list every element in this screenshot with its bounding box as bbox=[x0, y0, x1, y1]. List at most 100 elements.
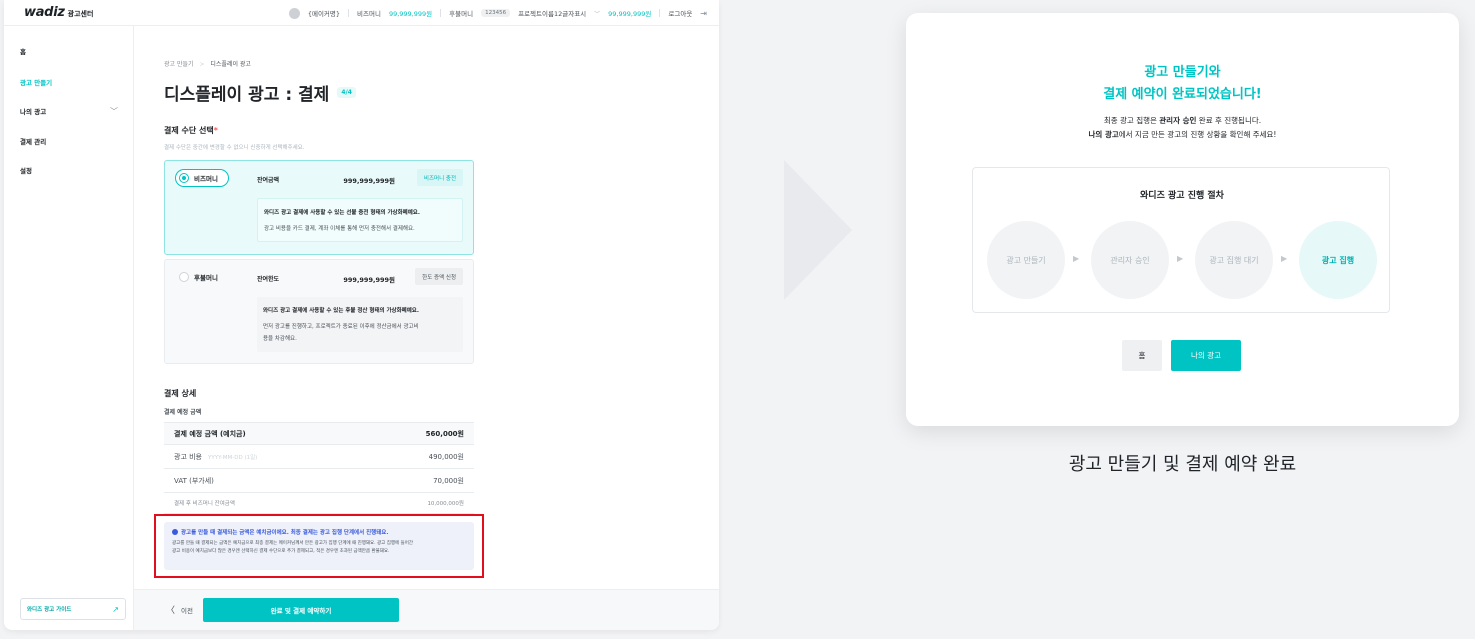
payment-option-post-money[interactable]: 후불머니 잔여한도 999,999,999원 한도 증액 신청 와디즈 광고 결… bbox=[164, 259, 474, 364]
submit-reserve-button[interactable]: 완료 및 결제 예약하기 bbox=[203, 598, 399, 622]
page-title: 디스플레이 광고 : 결제 4/4 bbox=[164, 80, 356, 105]
row-value: 10,000,000원 bbox=[427, 501, 464, 507]
row-label: 결제 예정 금액 (예치금) bbox=[174, 429, 246, 438]
main-content: 광고 만들기 > 디스플레이 광고 디스플레이 광고 : 결제 4/4 결제 수… bbox=[134, 26, 719, 630]
footer-bar: 〈 이전 완료 및 결제 예약하기 bbox=[134, 589, 719, 630]
row-label: VAT (부가세) bbox=[174, 476, 214, 485]
my-ads-button[interactable]: 나의 광고 bbox=[1171, 340, 1241, 371]
external-link-icon: ↗ bbox=[112, 604, 119, 614]
radio-unselected-icon bbox=[179, 272, 189, 282]
step-badge: 4/4 bbox=[337, 87, 356, 98]
project-name[interactable]: 프로젝트이름12글자표시 bbox=[518, 8, 586, 18]
wadiz-logo[interactable]: wadiz 광고센터 bbox=[24, 5, 93, 20]
biz-money-label: 비즈머니 bbox=[357, 10, 381, 18]
breadcrumb: 광고 만들기 > 디스플레이 광고 bbox=[164, 59, 251, 68]
process-step-current: 광고 집행 bbox=[1299, 221, 1377, 299]
page-title-text: 디스플레이 광고 : 결제 bbox=[164, 85, 330, 105]
ad-process-panel: 와디즈 광고 진행 절차 광고 만들기 ▶ 관리자 승인 ▶ 광고 집행 대기 … bbox=[972, 167, 1390, 313]
row-value: 70,000원 bbox=[433, 476, 464, 485]
triangle-right-icon: ▶ bbox=[1177, 254, 1184, 263]
radio-selected-icon bbox=[179, 173, 189, 183]
prev-button[interactable]: 〈 이전 bbox=[166, 603, 193, 616]
payment-method-help: 결제 수단은 중간에 변경할 수 없으니 신중하게 선택해주세요. bbox=[164, 145, 305, 151]
row-label: 광고 비용 YYYY-MM-DD (1일) bbox=[174, 452, 257, 462]
process-step: 광고 집행 대기 bbox=[1195, 221, 1273, 299]
chevron-left-icon: 〈 bbox=[166, 606, 176, 616]
radio-post-money[interactable]: 후불머니 bbox=[179, 272, 218, 282]
payment-method-title: 결제 수단 선택* bbox=[164, 125, 218, 136]
info-icon bbox=[172, 529, 178, 535]
table-row: 광고 비용 YYYY-MM-DD (1일) 490,000원 bbox=[164, 444, 474, 468]
logout-link[interactable]: 로그아웃 bbox=[668, 8, 692, 18]
modal-desc-line1: 최종 광고 집행은 관리자 승인 완료 후 진행됩니다. bbox=[906, 115, 1459, 126]
radio-biz-money[interactable]: 비즈머니 bbox=[179, 173, 218, 183]
charge-biz-money-button[interactable]: 비즈머니 충전 bbox=[416, 169, 463, 186]
divider bbox=[348, 9, 350, 17]
option-info: 와디즈 광고 결제에 사용할 수 있는 선불 충전 형태의 가상화폐예요. 광고… bbox=[257, 198, 463, 242]
table-row: VAT (부가세) 70,000원 bbox=[164, 468, 474, 492]
sidebar-item-my-ads[interactable]: 나의 광고 ﹀ bbox=[20, 106, 128, 116]
row-value: 490,000원 bbox=[428, 452, 464, 461]
process-step: 관리자 승인 bbox=[1091, 221, 1169, 299]
row-label-text: 광고 비용 bbox=[174, 452, 202, 461]
project-id-badge: 123456 bbox=[481, 9, 511, 17]
ad-guide-link[interactable]: 와디즈 광고 가이드 ↗ bbox=[20, 598, 126, 620]
breadcrumb-current: 디스플레이 광고 bbox=[210, 61, 251, 68]
ad-guide-label: 와디즈 광고 가이드 bbox=[27, 607, 72, 613]
chevron-down-icon[interactable]: ﹀ bbox=[594, 9, 600, 18]
option-info: 와디즈 광고 결제에 사용할 수 있는 후불 정산 형태의 가상화폐예요. 먼저… bbox=[257, 297, 463, 352]
table-row: 결제 예정 금액 (예치금) 560,000원 bbox=[164, 422, 474, 444]
process-title: 와디즈 광고 진행 절차 bbox=[1140, 191, 1224, 201]
modal-desc-line2: 나의 광고에서 지금 만든 광고의 진행 상황을 확인해 주세요! bbox=[906, 129, 1459, 140]
desc-bold: 관리자 승인 bbox=[1159, 116, 1197, 125]
payment-detail-table: 결제 예정 금액 (예치금) 560,000원 광고 비용 YYYY-MM-DD … bbox=[164, 422, 474, 514]
maker-name[interactable]: {메이커명} bbox=[308, 8, 340, 18]
notice-line: 광고 비용이 예치금보다 많은 경우엔 선택하신 결제 수단으로 추가 결제되고… bbox=[172, 549, 390, 554]
increase-limit-button[interactable]: 한도 증액 신청 bbox=[415, 268, 463, 285]
modal-title-line1: 광고 만들기와 bbox=[1144, 65, 1221, 80]
top-bar-right: {메이커명} 비즈머니 99,999,999원 후불머니 123456 프로젝트… bbox=[288, 0, 707, 26]
balance-amount: 999,999,999원 bbox=[343, 177, 395, 185]
sidebar-item-settings[interactable]: 설정 bbox=[20, 165, 32, 175]
sidebar-item-home[interactable]: 홈 bbox=[20, 46, 26, 56]
notice-headline-text: 광고를 만들 때 결제되는 금액은 예치금이에요. 최종 결제는 광고 집행 단… bbox=[181, 530, 389, 536]
desc-bold: 나의 광고 bbox=[1088, 130, 1119, 139]
triangle-right-icon: ▶ bbox=[1073, 254, 1080, 263]
highlight-box: 광고를 만들 때 결제되는 금액은 예치금이에요. 최종 결제는 광고 집행 단… bbox=[154, 514, 484, 578]
home-button[interactable]: 홈 bbox=[1122, 340, 1162, 371]
project-money-value: 99,999,999원 bbox=[608, 10, 652, 18]
payment-detail-subtitle: 결제 예정 금액 bbox=[164, 409, 202, 416]
info-line: 용을 차감해요. bbox=[263, 336, 297, 342]
info-line: 광고 비용을 카드 결제, 계좌 이체를 통해 먼저 충전해서 결제해요. bbox=[264, 226, 415, 232]
breadcrumb-item[interactable]: 광고 만들기 bbox=[164, 61, 194, 68]
required-mark: * bbox=[213, 126, 218, 135]
sidebar: 홈 광고 만들기 나의 광고 ﹀ 결제 관리 설정 와디즈 광고 가이드 ↗ bbox=[4, 26, 134, 630]
desc-text: 최종 광고 집행은 bbox=[1103, 116, 1160, 125]
completion-modal: 광고 만들기와 결제 예약이 완료되었습니다! 최종 광고 집행은 관리자 승인… bbox=[906, 13, 1459, 426]
balance-amount: 999,999,999원 bbox=[343, 276, 395, 284]
prev-label: 이전 bbox=[181, 607, 193, 615]
sidebar-item-label: 나의 광고 bbox=[20, 108, 47, 116]
notice-line: 광고를 만들 때 결제되는 금액은 예치금으로 최종 결제는 메이커님께서 만든… bbox=[172, 541, 414, 546]
flow-arrow-icon bbox=[784, 160, 852, 300]
payment-option-biz-money[interactable]: 비즈머니 잔여금액 999,999,999원 비즈머니 충전 와디즈 광고 결제… bbox=[164, 160, 474, 255]
sidebar-item-create-ad[interactable]: 광고 만들기 bbox=[20, 77, 52, 87]
notice-headline: 광고를 만들 때 결제되는 금액은 예치금이에요. 최종 결제는 광고 집행 단… bbox=[172, 528, 466, 536]
date-placeholder: YYYY-MM-DD (1일) bbox=[208, 454, 258, 461]
avatar[interactable] bbox=[288, 7, 300, 19]
chevron-down-icon: ﹀ bbox=[110, 107, 118, 116]
logout-icon[interactable]: ⇥ bbox=[700, 9, 707, 18]
balance-label: 잔여한도 bbox=[257, 276, 280, 283]
top-bar: wadiz 광고센터 {메이커명} 비즈머니 99,999,999원 후불머니 … bbox=[4, 0, 719, 26]
logo-subtitle: 광고센터 bbox=[67, 10, 94, 18]
process-step: 광고 만들기 bbox=[987, 221, 1065, 299]
sidebar-item-payments[interactable]: 결제 관리 bbox=[20, 136, 46, 146]
table-row: 결제 후 비즈머니 잔여금액 10,000,000원 bbox=[164, 492, 474, 514]
breadcrumb-separator-icon: > bbox=[199, 61, 205, 68]
row-value: 560,000원 bbox=[425, 429, 464, 438]
app-window: wadiz 광고센터 {메이커명} 비즈머니 99,999,999원 후불머니 … bbox=[4, 0, 719, 630]
deposit-notice: 광고를 만들 때 결제되는 금액은 예치금이에요. 최종 결제는 광고 집행 단… bbox=[164, 522, 474, 570]
logo-word: wadiz bbox=[24, 5, 65, 20]
info-line: 와디즈 광고 결제에 사용할 수 있는 후불 정산 형태의 가상화폐예요. bbox=[263, 308, 419, 314]
info-line: 와디즈 광고 결제에 사용할 수 있는 선불 충전 형태의 가상화폐예요. bbox=[264, 210, 420, 216]
